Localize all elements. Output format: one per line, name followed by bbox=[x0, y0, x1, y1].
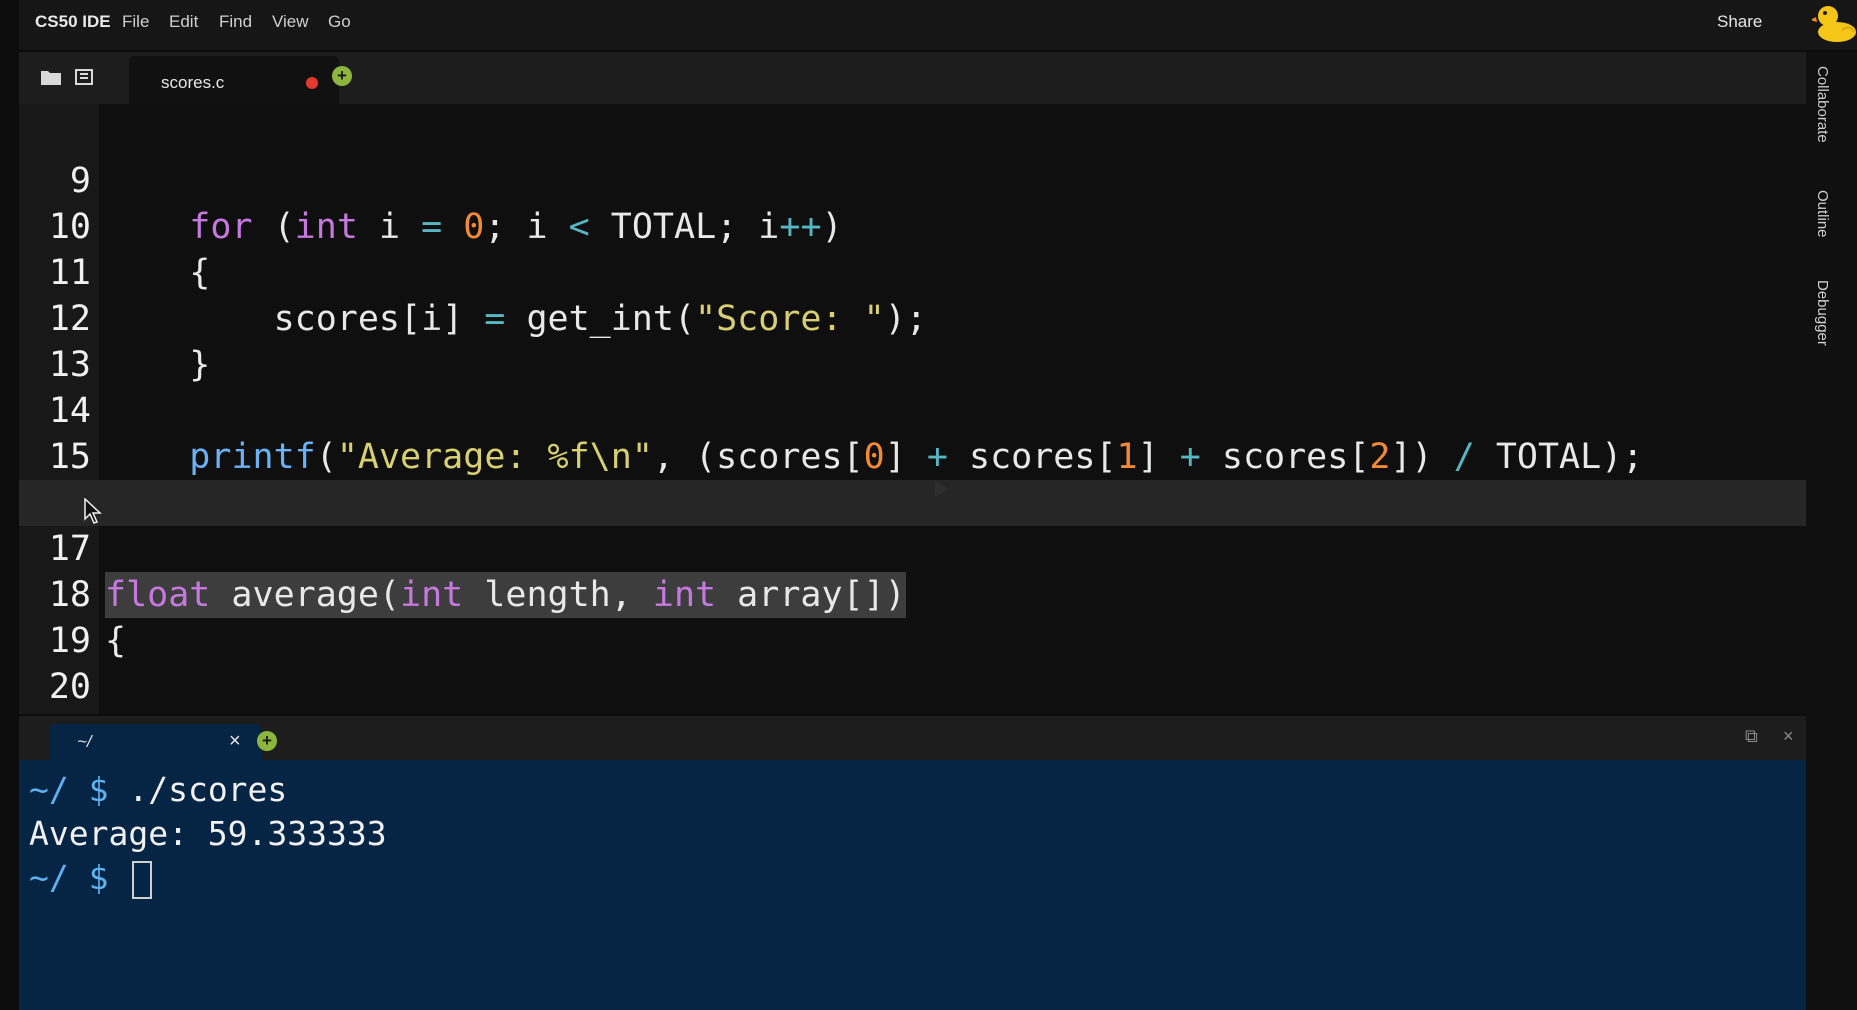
code-line-active[interactable]: 17 float average(int length, int array[]… bbox=[19, 480, 1806, 618]
terminal-line: ~/ $ ./scores bbox=[29, 768, 287, 812]
run-hint-icon bbox=[935, 481, 949, 497]
side-panel: Collaborate Outline Debugger bbox=[1806, 52, 1857, 1010]
code-line[interactable]: 11 scores[i] = get_int("Score: "); bbox=[19, 204, 1806, 339]
debugger-tab[interactable]: Debugger bbox=[1814, 280, 1831, 346]
new-tab-plus-icon[interactable]: + bbox=[332, 66, 352, 86]
terminal-line: Average: 59.333333 bbox=[29, 812, 387, 856]
cs50-ide-window: CS50 IDE File Edit Find View Go Share sc… bbox=[0, 0, 1857, 1010]
code-line[interactable]: 14 printf("Average: %f\n", (scores[0] + … bbox=[19, 342, 1806, 477]
collaborate-tab[interactable]: Collaborate bbox=[1814, 66, 1831, 143]
file-tree-icon[interactable] bbox=[73, 66, 97, 88]
menu-find[interactable]: Find bbox=[219, 12, 252, 32]
code-line[interactable]: 9 for (int i = 0; i < TOTAL; i++) bbox=[19, 112, 1806, 247]
code-line[interactable]: 13 bbox=[19, 296, 1806, 385]
code-line[interactable]: 19 bbox=[19, 572, 1806, 661]
menu-view[interactable]: View bbox=[272, 12, 309, 32]
share-button[interactable]: Share bbox=[1717, 12, 1762, 32]
line-number: 20 bbox=[48, 667, 91, 707]
terminal-tab[interactable]: ~/ × bbox=[49, 724, 261, 760]
terminal-prompt: ~/ $ bbox=[29, 858, 129, 897]
terminal-line[interactable]: ~/ $ bbox=[29, 856, 153, 900]
close-panel-icon[interactable]: × bbox=[1783, 726, 1794, 747]
code-line[interactable]: 16 bbox=[19, 434, 1806, 523]
terminal-command: ./scores bbox=[128, 770, 288, 809]
terminal-tab-label: ~/ bbox=[77, 732, 92, 751]
terminal-tab-bar: ~/ × + ⧉ × bbox=[19, 716, 1806, 760]
tab-scores-c[interactable]: scores.c bbox=[129, 56, 339, 104]
code-text: } bbox=[105, 710, 126, 714]
menubar: CS50 IDE File Edit Find View Go Share bbox=[19, 0, 1857, 50]
terminal-prompt: ~/ $ bbox=[29, 770, 129, 809]
folder-icon[interactable] bbox=[39, 66, 63, 88]
tab-label: scores.c bbox=[161, 73, 225, 92]
new-terminal-plus-icon[interactable]: + bbox=[257, 731, 277, 751]
menu-go[interactable]: Go bbox=[328, 12, 351, 32]
terminal-output: Average: 59.333333 bbox=[29, 814, 387, 853]
unsaved-indicator-icon[interactable] bbox=[306, 77, 318, 89]
code-line[interactable]: 20 } bbox=[19, 618, 1806, 714]
rubber-duck-icon[interactable] bbox=[1812, 2, 1857, 44]
code-editor[interactable]: 9 for (int i = 0; i < TOTAL; i++) 10 { 1… bbox=[19, 104, 1806, 714]
code-line[interactable]: 18 { bbox=[19, 526, 1806, 661]
code-line[interactable]: 12 } bbox=[19, 250, 1806, 385]
editor-tab-bar: scores.c + bbox=[19, 52, 1806, 104]
restore-panel-icon[interactable]: ⧉ bbox=[1745, 726, 1758, 747]
terminal-cursor[interactable] bbox=[132, 860, 153, 899]
code-line[interactable]: 15 } bbox=[19, 388, 1806, 523]
menu-edit[interactable]: Edit bbox=[169, 12, 198, 32]
mouse-pointer-icon bbox=[84, 498, 102, 524]
close-tab-icon[interactable]: × bbox=[229, 730, 241, 753]
terminal[interactable]: ~/ $ ./scores Average: 59.333333 ~/ $ bbox=[19, 760, 1806, 1010]
outline-tab[interactable]: Outline bbox=[1814, 190, 1831, 238]
menu-file[interactable]: File bbox=[122, 12, 149, 32]
app-title: CS50 IDE bbox=[35, 12, 111, 31]
code-line[interactable]: 10 { bbox=[19, 158, 1806, 293]
